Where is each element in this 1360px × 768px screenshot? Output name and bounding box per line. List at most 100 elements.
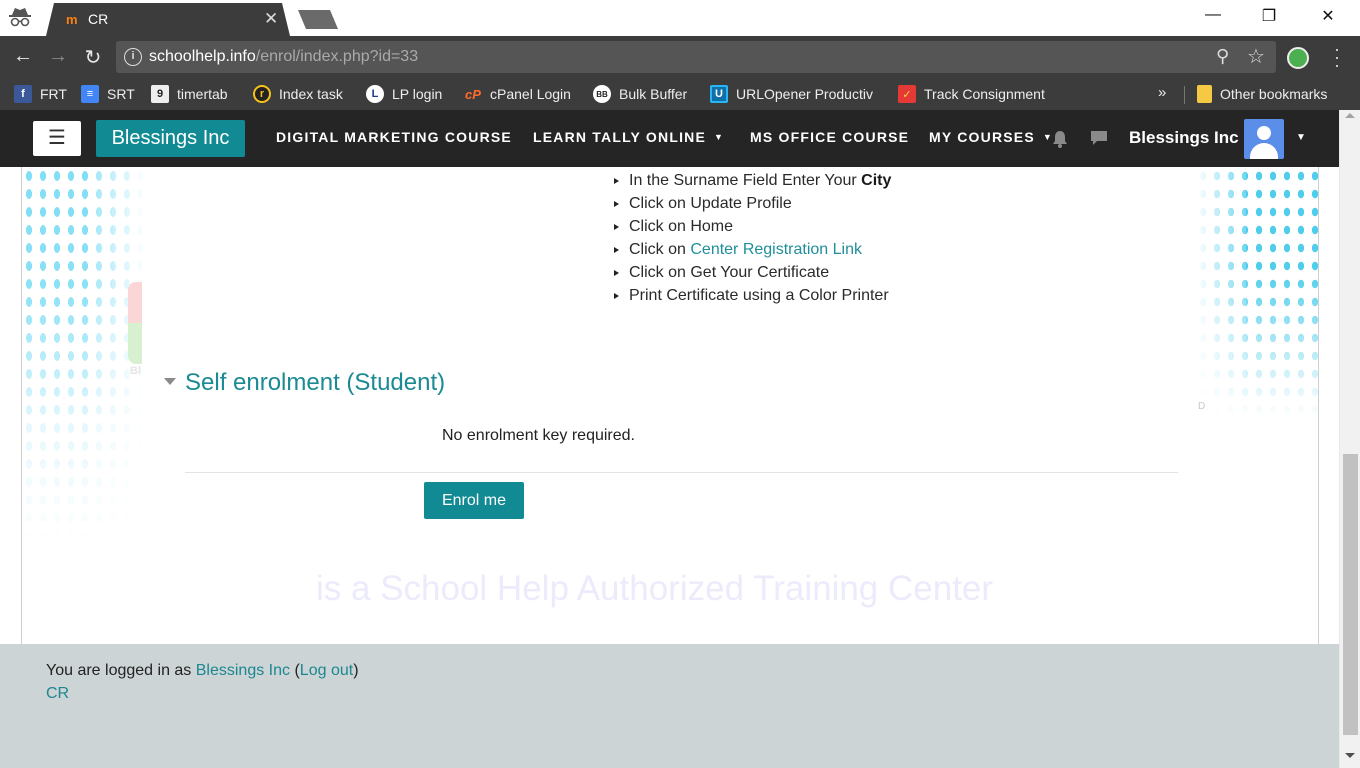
list-item: Click on Update Profile — [614, 192, 891, 215]
site-brand-button[interactable]: Blessings Inc — [96, 120, 245, 157]
browser-tab-active[interactable]: m CR ✕ — [46, 3, 290, 36]
extension-icon[interactable] — [1287, 47, 1309, 69]
other-bookmarks[interactable]: Other bookmarks — [1197, 84, 1327, 104]
index-task-icon: r — [253, 85, 271, 103]
bookmark-label: FRT — [40, 86, 67, 102]
tab-close-icon[interactable]: ✕ — [264, 9, 278, 29]
logout-link[interactable]: Log out — [300, 662, 353, 679]
bookmark-label: Bulk Buffer — [619, 86, 688, 102]
divider — [185, 472, 1178, 473]
nav-learn-tally-label: LEARN TALLY ONLINE — [533, 129, 707, 145]
certificate-steps-list: In the Surname Field Enter Your City Cli… — [614, 169, 891, 307]
bookmark-label: timertab — [177, 86, 228, 102]
browser-tab-strip: m CR ✕ — ❐ ✕ — [0, 0, 1360, 36]
step-bold-text: City — [861, 172, 892, 189]
step-text: In the Surname Field Enter Your — [629, 172, 862, 189]
site-navbar: ☰ Blessings Inc DIGITAL MARKETING COURSE… — [0, 110, 1339, 167]
page-scrollbar[interactable] — [1339, 110, 1360, 768]
url-text[interactable]: schoolhelp.info/enrol/index.php?id=33 — [149, 48, 418, 66]
scroll-down-icon[interactable] — [1345, 753, 1355, 758]
collapse-toggle-icon[interactable] — [164, 378, 176, 385]
login-info-open-paren: ( — [290, 662, 300, 679]
user-menu-caret-icon[interactable]: ▼ — [1296, 132, 1306, 143]
user-name[interactable]: Blessings Inc — [1129, 128, 1239, 148]
browser-menu-icon[interactable]: · · · — [1330, 40, 1344, 74]
facebook-icon: f — [14, 85, 32, 103]
zoom-icon[interactable]: ⚲ — [1216, 46, 1229, 67]
bookmark-cpanel-login[interactable]: cP cPanel Login — [464, 84, 571, 104]
info-icon[interactable]: i — [124, 48, 142, 66]
bookmark-frt[interactable]: f FRT — [14, 84, 67, 104]
messages-icon[interactable] — [1090, 130, 1108, 146]
profile-link[interactable]: Blessings Inc — [196, 662, 290, 679]
bookmark-label: SRT — [107, 86, 135, 102]
scroll-up-icon[interactable] — [1345, 113, 1355, 118]
background-logo — [128, 282, 142, 364]
incognito-icon — [9, 8, 31, 27]
bookmark-track-consignment[interactable]: ✓ Track Consignment — [898, 84, 1045, 104]
login-info: You are logged in as Blessings Inc (Log … — [46, 662, 359, 680]
notification-bell-icon[interactable] — [1052, 130, 1068, 148]
nav-my-courses-label: MY COURSES — [929, 129, 1035, 145]
authorized-center-watermark: is a School Help Authorized Training Cen… — [316, 569, 994, 608]
bookmarks-bar: f FRT ≡ SRT 9 timertab r Index task L LP… — [0, 78, 1360, 110]
bookmark-lp-login[interactable]: L LP login — [366, 84, 442, 104]
bookmarks-overflow-icon[interactable]: » — [1158, 84, 1166, 101]
bookmark-bulk-buffer[interactable]: BB Bulk Buffer — [593, 84, 687, 104]
home-site-link[interactable]: CR — [46, 685, 69, 703]
bookmark-label: URLOpener Productiv — [736, 86, 873, 102]
url-domain: schoolhelp.info — [149, 48, 256, 65]
track-consignment-icon: ✓ — [898, 85, 916, 103]
url-path: /enrol/index.php?id=33 — [255, 48, 419, 65]
timer-nine-icon: 9 — [151, 85, 169, 103]
caret-down-icon: ▼ — [714, 132, 725, 142]
moodle-favicon-icon: m — [66, 12, 78, 27]
scrollbar-thumb[interactable] — [1343, 454, 1358, 735]
urlopener-icon: U — [710, 85, 728, 103]
enrolment-key-note: No enrolment key required. — [442, 427, 635, 444]
user-avatar[interactable] — [1244, 119, 1284, 159]
cpanel-icon: cP — [465, 86, 481, 102]
step-text: Click on — [629, 241, 691, 258]
list-item: Click on Get Your Certificate — [614, 261, 891, 284]
bookmark-timertab[interactable]: 9 timertab — [151, 84, 228, 104]
bookmark-urlopener[interactable]: U URLOpener Productiv — [710, 84, 873, 104]
nav-learn-tally[interactable]: LEARN TALLY ONLINE ▼ — [533, 129, 724, 145]
bookmark-label: Track Consignment — [924, 86, 1045, 102]
tab-title: CR — [88, 11, 109, 27]
background-letter: D — [1198, 401, 1206, 412]
enrol-me-button[interactable]: Enrol me — [424, 482, 524, 519]
bookmark-index-task[interactable]: r Index task — [253, 84, 343, 104]
back-button[interactable]: ← — [11, 45, 35, 68]
list-item: Print Certificate using a Color Printer — [614, 284, 891, 307]
bulk-buffer-icon: BB — [593, 85, 611, 103]
nav-my-courses[interactable]: MY COURSES ▼ — [929, 129, 1053, 145]
list-item: Click on Home — [614, 215, 891, 238]
page-footer: You are logged in as Blessings Inc (Log … — [0, 644, 1339, 768]
bookmark-star-icon[interactable]: ☆ — [1247, 44, 1265, 69]
forward-button[interactable]: → — [46, 45, 70, 68]
new-tab-button[interactable] — [298, 10, 338, 29]
bookmark-srt[interactable]: ≡ SRT — [81, 84, 135, 104]
avatar-body — [1250, 143, 1278, 159]
login-info-prefix: You are logged in as — [46, 662, 196, 679]
bookmarks-separator — [1184, 86, 1185, 104]
self-enrolment-heading[interactable]: Self enrolment (Student) — [185, 369, 445, 397]
reload-button[interactable]: ↻ — [81, 45, 105, 70]
nav-ms-office[interactable]: MS OFFICE COURSE — [750, 129, 909, 145]
other-bookmarks-label: Other bookmarks — [1220, 86, 1328, 102]
avatar-head — [1257, 126, 1271, 140]
bookmark-label: cPanel Login — [490, 86, 571, 102]
restore-button[interactable]: ❐ — [1246, 6, 1292, 26]
browser-toolbar: ← → ↻ i schoolhelp.info/enrol/index.php?… — [0, 36, 1360, 78]
bookmark-label: LP login — [392, 86, 443, 102]
minimize-button[interactable]: — — [1190, 6, 1236, 24]
center-registration-link[interactable]: Center Registration Link — [690, 241, 862, 258]
login-info-close-paren: ) — [353, 662, 359, 679]
lp-icon: L — [366, 85, 384, 103]
window-close-button[interactable]: ✕ — [1305, 6, 1351, 26]
bookmark-label: Index task — [279, 86, 343, 102]
address-bar[interactable]: i schoolhelp.info/enrol/index.php?id=33 … — [116, 41, 1276, 73]
nav-digital-marketing[interactable]: DIGITAL MARKETING COURSE — [276, 129, 512, 145]
drawer-toggle-button[interactable]: ☰ — [33, 121, 81, 156]
